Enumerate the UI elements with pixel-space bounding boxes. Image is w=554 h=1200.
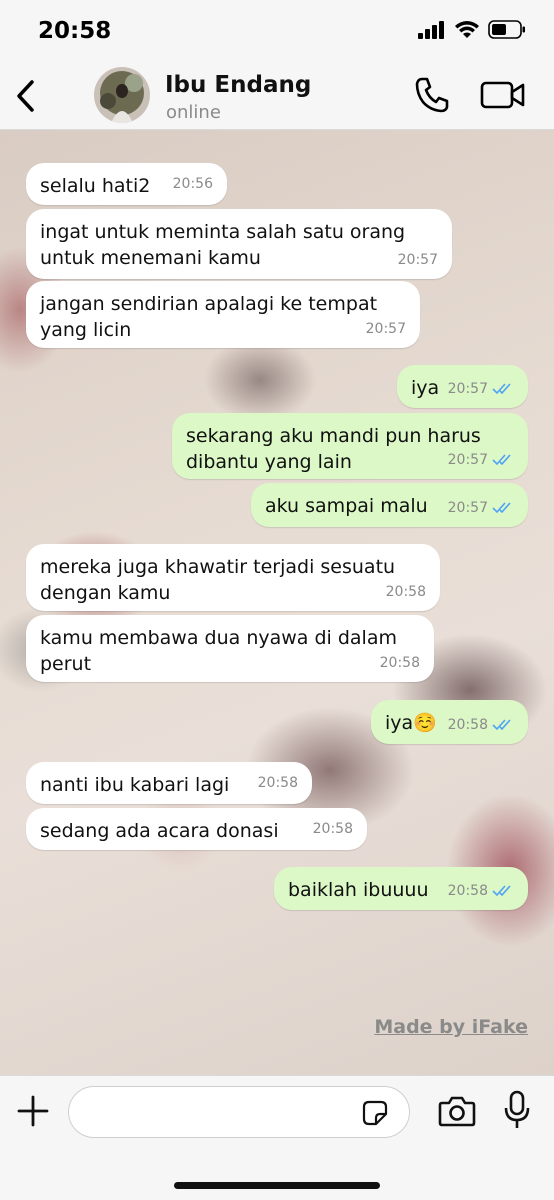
message-bubble-incoming[interactable]: kamu membawa dua nyawa di dalam perut 20… [26,615,434,682]
message-meta: 20:58 [448,712,514,738]
wifi-icon [455,21,479,38]
message-bubble-incoming[interactable]: nanti ibu kabari lagi 20:58 [26,762,312,804]
message-input[interactable] [68,1086,410,1138]
message-time: 20:58 [385,584,426,600]
status-time: 20:58 [38,18,112,44]
video-camera-icon[interactable] [480,80,526,110]
read-receipt-icon [492,454,511,466]
input-bar [0,1075,554,1200]
read-receipt-icon [492,719,511,731]
message-time: 20:56 [172,176,213,192]
message-bubble-outgoing[interactable]: sekarang aku mandi pun harus dibantu yan… [172,413,528,479]
message-time: 20:58 [257,775,298,791]
message-bubble-outgoing[interactable]: aku sampai malu 20:57 [251,483,528,527]
message-time: 20:58 [447,717,488,733]
message-bubble-incoming[interactable]: selalu hati2 20:56 [26,163,227,205]
chat-header: Ibu Endang online [0,62,554,130]
message-meta: 20:57 [448,447,514,473]
message-meta: 20:57 [448,376,514,402]
message-text: kamu membawa dua nyawa di dalam perut [40,627,397,675]
read-receipt-icon [492,885,511,897]
message-meta: 20:58 [258,770,298,796]
message-time: 20:58 [312,821,353,837]
message-time: 20:58 [379,655,420,671]
signal-icon [418,20,444,39]
message-bubble-outgoing[interactable]: iya 20:57 [397,365,528,408]
message-meta: 20:58 [448,878,514,904]
battery-icon [488,20,525,39]
message-text: jangan sendirian apalagi ke tempat yang … [40,293,378,341]
message-time: 20:57 [365,321,406,337]
message-time: 20:57 [397,252,438,268]
status-icons [418,20,526,39]
message-bubble-outgoing[interactable]: baiklah ibuuuu 20:58 [274,867,528,910]
message-meta: 20:58 [313,816,353,842]
message-meta: 20:57 [366,316,406,342]
status-bar: 20:58 [0,0,554,62]
read-receipt-icon [492,502,511,514]
message-bubble-outgoing[interactable]: iya☺️ 20:58 [371,700,528,744]
sticker-icon[interactable] [362,1100,388,1126]
chat-area[interactable]: selalu hati2 20:56 ingat untuk meminta s… [0,130,554,1075]
message-time: 20:58 [447,883,488,899]
read-receipt-icon [492,383,511,395]
message-time: 20:57 [447,452,488,468]
message-bubble-incoming[interactable]: ingat untuk meminta salah satu orang unt… [26,209,452,279]
message-text: ingat untuk meminta salah satu orang unt… [40,221,406,269]
message-bubble-incoming[interactable]: mereka juga khawatir terjadi sesuatu den… [26,544,440,611]
microphone-icon[interactable] [504,1090,530,1130]
message-text: sedang ada acara donasi [40,820,279,842]
message-meta: 20:57 [448,495,514,521]
message-bubble-incoming[interactable]: jangan sendirian apalagi ke tempat yang … [26,281,420,348]
camera-icon[interactable] [438,1094,476,1128]
contact-status: online [166,102,221,123]
message-meta: 20:58 [386,579,426,605]
contact-name[interactable]: Ibu Endang [165,72,311,98]
back-chevron-icon[interactable] [12,74,42,118]
phone-icon[interactable] [414,76,450,114]
message-meta: 20:58 [380,650,420,676]
message-time: 20:57 [447,381,488,397]
plus-icon[interactable] [16,1094,50,1128]
message-bubble-incoming[interactable]: sedang ada acara donasi 20:58 [26,808,367,850]
message-meta: 20:57 [398,247,438,273]
avatar[interactable] [94,67,150,123]
message-meta: 20:56 [173,171,213,197]
home-indicator[interactable] [174,1182,380,1189]
message-time: 20:57 [447,500,488,516]
watermark-link[interactable]: Made by iFake [374,1016,528,1038]
message-text: mereka juga khawatir terjadi sesuatu den… [40,556,396,604]
